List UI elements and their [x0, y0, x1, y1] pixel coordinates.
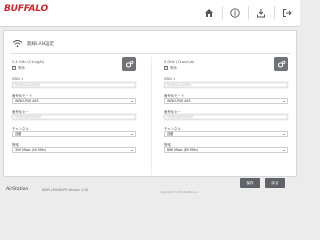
- save-button[interactable]: 保存: [240, 178, 260, 188]
- nav-separator: [222, 6, 223, 20]
- channel-select[interactable]: 自動: [164, 131, 288, 137]
- gear-icon: [277, 60, 285, 68]
- channel-value: 自動: [15, 132, 22, 136]
- chevron-down-icon: [283, 133, 285, 135]
- enable-label: 有効: [170, 66, 177, 70]
- enable-label: 有効: [18, 66, 25, 70]
- enable-checkbox[interactable]: ✓: [164, 65, 168, 70]
- nav-separator: [248, 6, 249, 20]
- bandwidth-select[interactable]: 866 Mbps (80 MHz): [164, 147, 288, 153]
- ssid-field[interactable]: Buffalo-A-XXXX: [164, 82, 288, 88]
- model-version: WXR-1900DHP3 Version 2.00: [42, 188, 89, 192]
- key-field[interactable]: XXXXXXXXXXXX: [164, 114, 288, 120]
- enable-row: ✓ 有効: [164, 65, 177, 70]
- back-button[interactable]: 戻る: [265, 178, 285, 188]
- ssid-label: SSID 1: [164, 77, 176, 81]
- top-bar: BUFFALO: [0, 0, 300, 27]
- title-divider: [10, 53, 290, 54]
- wireless-settings-panel: 無線LAN設定 2.4 GHz (11n/g/b) ✓ 有効 SSID 1 Bu…: [3, 30, 297, 177]
- advanced-settings-button[interactable]: [274, 57, 288, 71]
- home-icon[interactable]: [203, 7, 215, 19]
- chevron-down-icon: [283, 149, 285, 151]
- ssid-field[interactable]: Buffalo-G-XXXX: [12, 82, 136, 88]
- channel-select[interactable]: 自動: [12, 131, 136, 137]
- download-icon[interactable]: [255, 7, 267, 19]
- band-label: 5 GHz (11ac/n/a): [164, 60, 195, 64]
- nav-separator: [274, 6, 275, 20]
- ssid-label: SSID 1: [12, 77, 24, 81]
- wifi-icon: [12, 40, 23, 48]
- info-icon[interactable]: [229, 7, 241, 19]
- buffalo-logo: BUFFALO: [4, 4, 48, 14]
- advanced-settings-button[interactable]: [122, 57, 136, 71]
- airstation-logo: AirStation: [6, 187, 29, 192]
- encryption-value: WPA2-PSK AES: [167, 99, 191, 103]
- copyright: Copyright © 2015 Buffalo Inc.: [160, 191, 199, 194]
- logout-icon[interactable]: [281, 7, 293, 19]
- encryption-select[interactable]: WPA2-PSK AES: [164, 98, 288, 104]
- bandwidth-value: 866 Mbps (80 MHz): [167, 148, 198, 152]
- chevron-down-icon: [283, 100, 285, 102]
- enable-row: ✓ 有効: [12, 65, 25, 70]
- key-field[interactable]: XXXXXXXXXXXX: [12, 114, 136, 120]
- bandwidth-select[interactable]: 300 Mbps (40 MHz): [12, 147, 136, 153]
- page-title: 無線LAN設定: [27, 41, 55, 47]
- chevron-down-icon: [131, 100, 133, 102]
- bandwidth-value: 300 Mbps (40 MHz): [15, 148, 46, 152]
- column-divider: [151, 57, 152, 175]
- gear-icon: [125, 60, 133, 68]
- channel-value: 自動: [167, 132, 174, 136]
- page-title-row: 無線LAN設定: [12, 39, 54, 48]
- enable-checkbox[interactable]: ✓: [12, 65, 16, 70]
- chevron-down-icon: [131, 149, 133, 151]
- encryption-value: WPA2-PSK AES: [15, 99, 39, 103]
- chevron-down-icon: [131, 133, 133, 135]
- encryption-select[interactable]: WPA2-PSK AES: [12, 98, 136, 104]
- band-label: 2.4 GHz (11n/g/b): [12, 60, 45, 64]
